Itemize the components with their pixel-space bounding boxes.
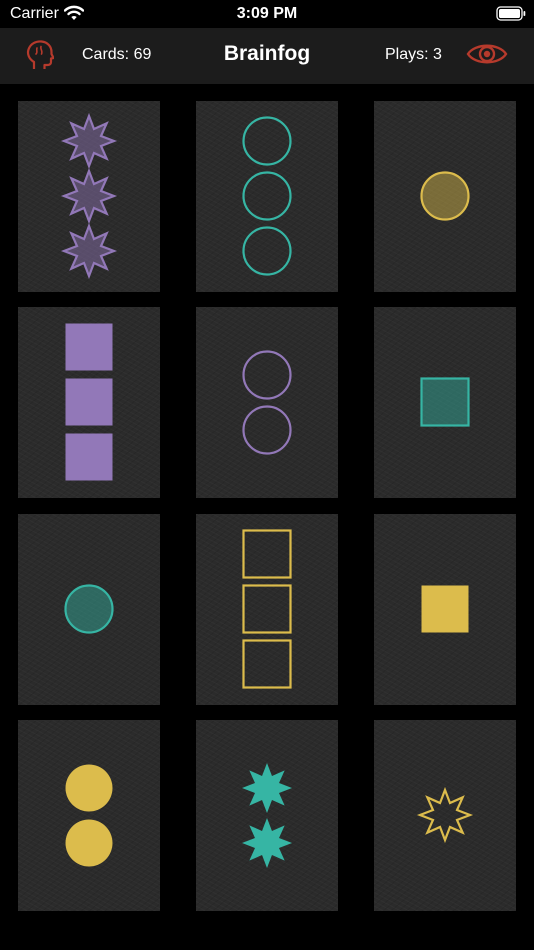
card[interactable] [196, 514, 338, 705]
card-symbols [242, 116, 292, 276]
card-symbols [60, 112, 118, 280]
square-symbol [65, 323, 113, 371]
card[interactable] [196, 101, 338, 292]
card-symbols [420, 377, 470, 427]
star-symbol [60, 112, 118, 170]
circle-symbol [242, 116, 292, 166]
square-symbol [420, 377, 470, 427]
card-symbols [420, 171, 470, 221]
card-symbols [421, 585, 469, 633]
card-symbols [242, 350, 292, 455]
card[interactable] [374, 514, 516, 705]
card[interactable] [374, 101, 516, 292]
star-symbol [60, 167, 118, 225]
card-symbols [64, 584, 114, 634]
plays-count-label: Plays: 3 [385, 46, 442, 63]
card-symbols [416, 786, 474, 844]
star-symbol [242, 818, 292, 868]
card-symbols [65, 764, 113, 867]
page-title: Brainfog [223, 42, 311, 65]
circle-symbol [65, 819, 113, 867]
square-symbol [65, 433, 113, 481]
circle-symbol [242, 171, 292, 221]
square-symbol [421, 585, 469, 633]
card[interactable] [18, 101, 160, 292]
card-symbols [242, 529, 292, 689]
eye-icon[interactable] [466, 39, 508, 74]
square-symbol [65, 378, 113, 426]
circle-symbol [242, 350, 292, 400]
square-symbol [242, 584, 292, 634]
circle-symbol [64, 584, 114, 634]
square-symbol [242, 529, 292, 579]
square-symbol [242, 639, 292, 689]
card[interactable] [18, 307, 160, 498]
card[interactable] [374, 307, 516, 498]
card[interactable] [196, 307, 338, 498]
circle-symbol [242, 226, 292, 276]
card-symbols [65, 323, 113, 481]
star-symbol [416, 786, 474, 844]
star-symbol [242, 763, 292, 813]
status-time: 3:09 PM [236, 5, 298, 22]
star-symbol [60, 222, 118, 280]
circle-symbol [420, 171, 470, 221]
card[interactable] [374, 720, 516, 911]
card[interactable] [18, 720, 160, 911]
battery-icon [496, 6, 526, 26]
nav-bar: Cards: 69 Brainfog Plays: 3 [0, 28, 534, 84]
circle-symbol [242, 405, 292, 455]
card-symbols [242, 763, 292, 868]
circle-symbol [65, 764, 113, 812]
card[interactable] [18, 514, 160, 705]
card[interactable] [196, 720, 338, 911]
status-bar: Carrier 3:09 PM [0, 0, 534, 28]
